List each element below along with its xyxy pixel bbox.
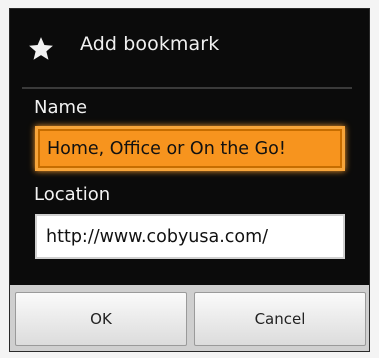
button-bar: OK Cancel: [10, 285, 369, 351]
dialog-header: Add bookmark: [10, 9, 369, 87]
ok-button[interactable]: OK: [15, 292, 187, 346]
star-icon: [27, 35, 55, 63]
cancel-button[interactable]: Cancel: [194, 292, 366, 346]
dialog-title: Add bookmark: [80, 33, 220, 55]
add-bookmark-dialog: Add bookmark Name Location OK Cancel: [9, 8, 370, 352]
location-input[interactable]: [35, 214, 345, 259]
name-label: Name: [34, 97, 88, 118]
name-input[interactable]: [35, 126, 345, 171]
header-divider: [22, 87, 352, 89]
location-label: Location: [34, 184, 111, 205]
